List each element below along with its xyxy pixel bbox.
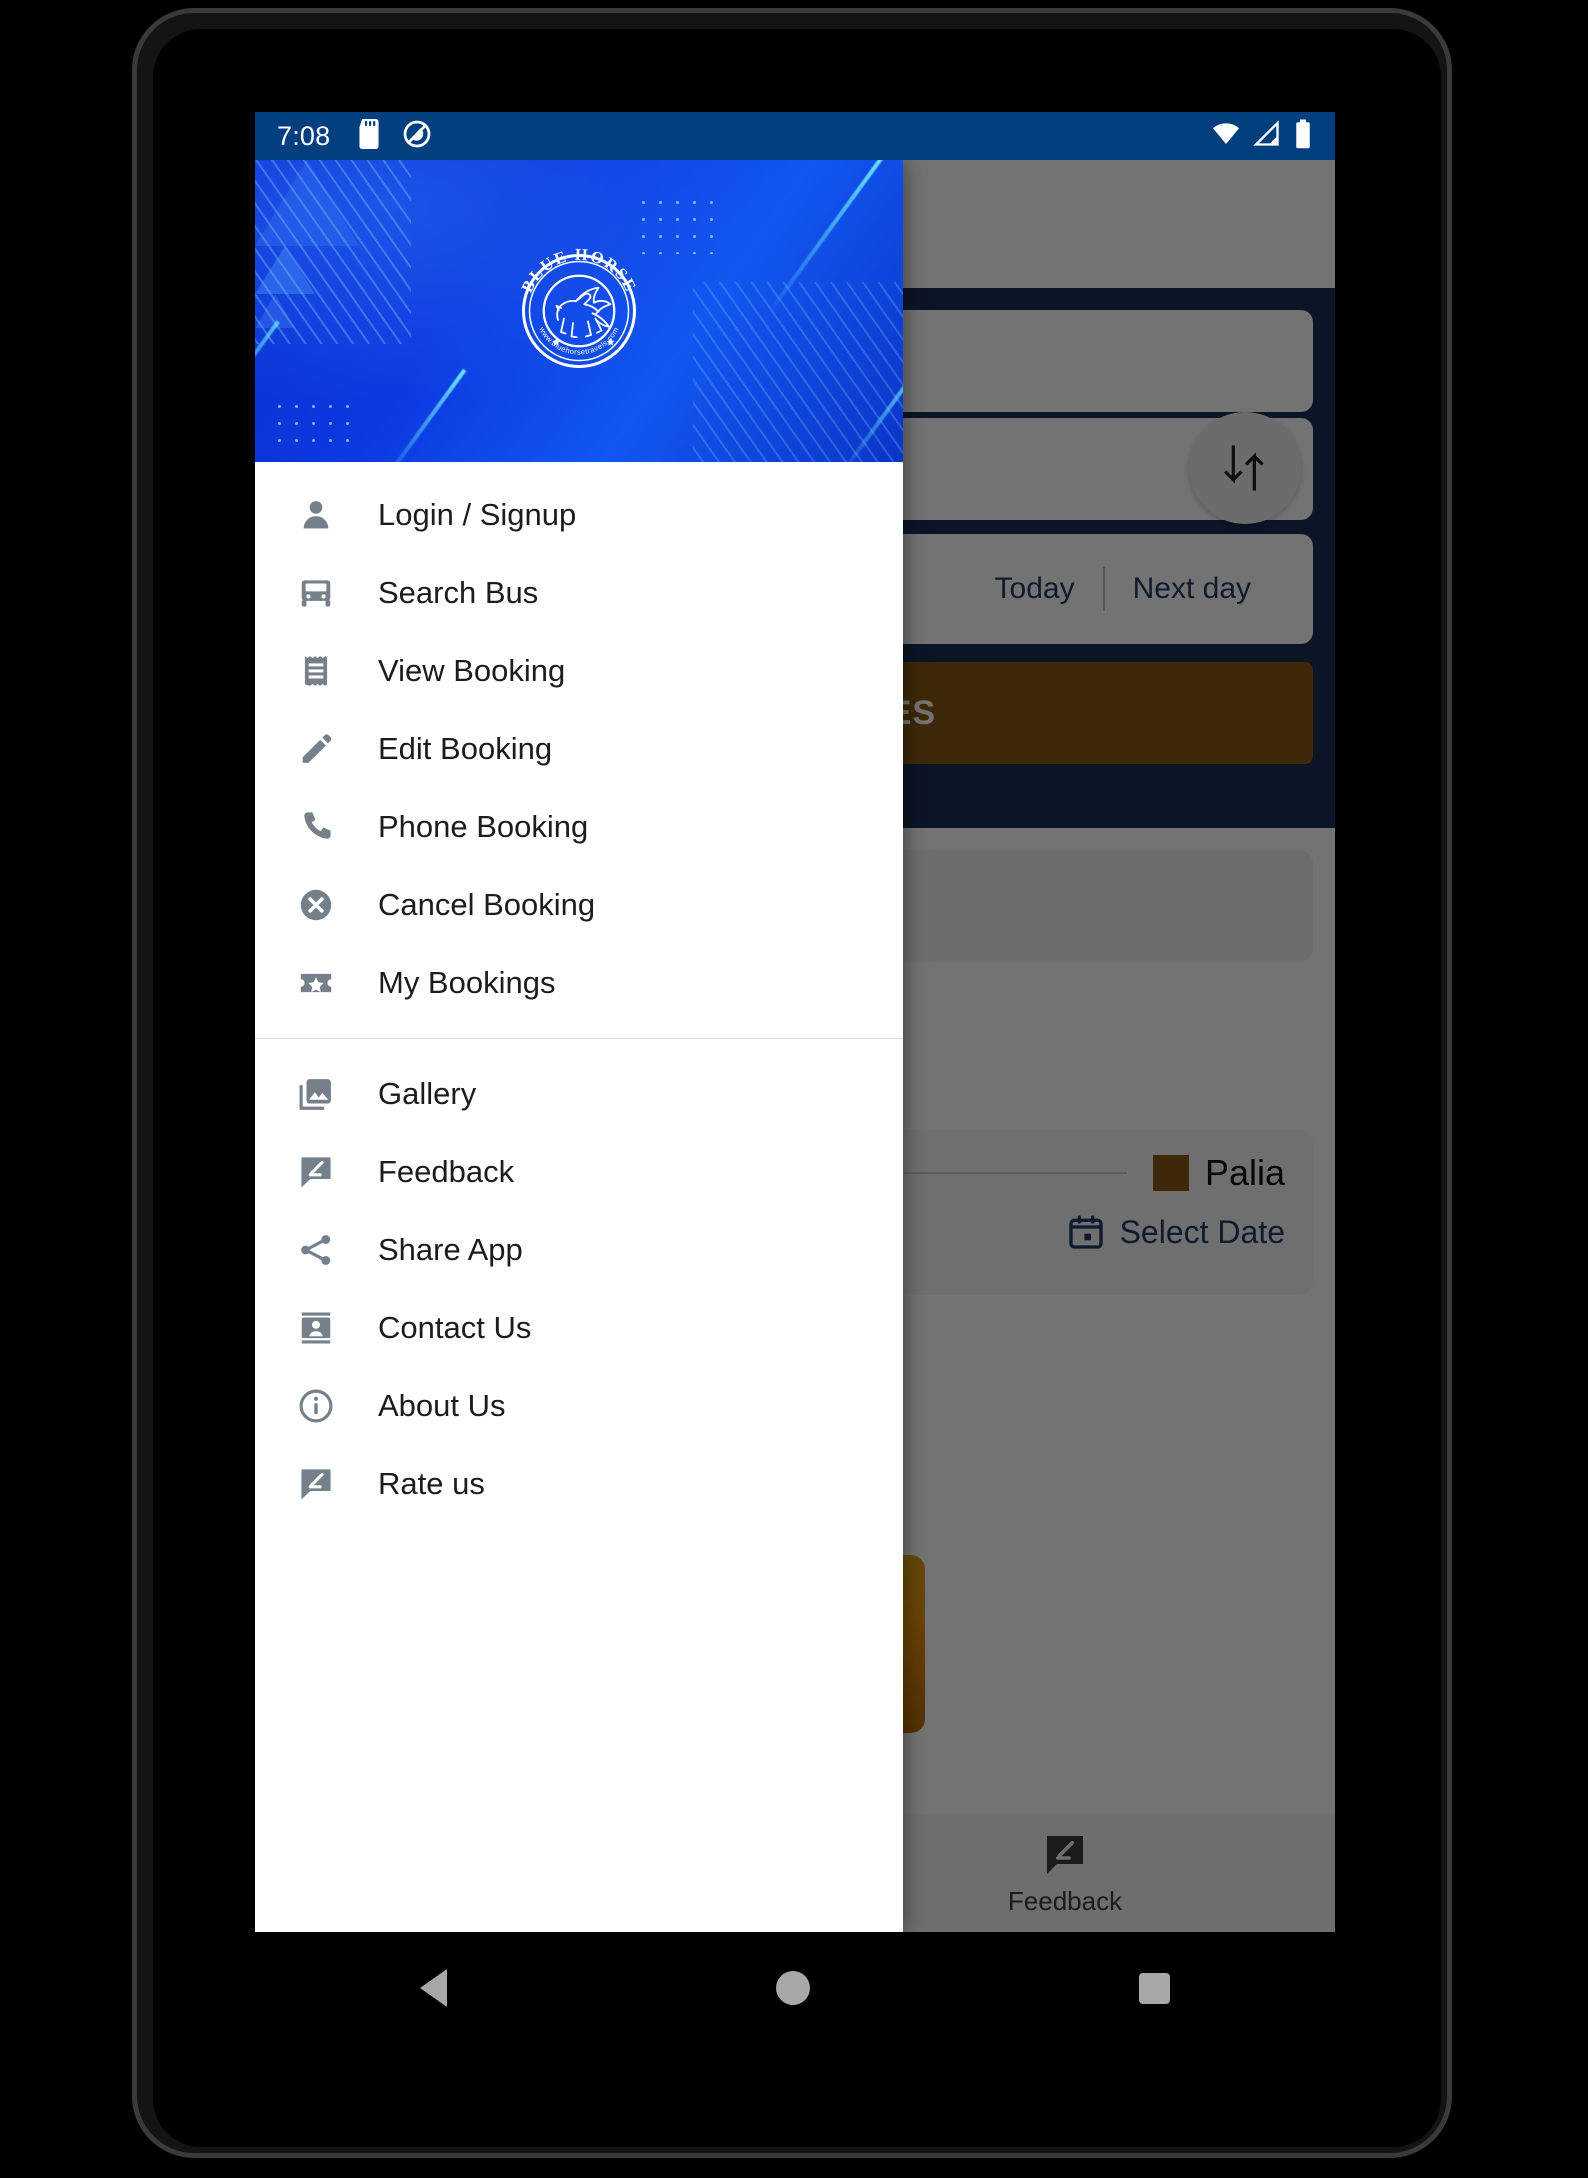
- header-dot-pattern: [271, 398, 351, 446]
- menu-item-edit-booking[interactable]: Edit Booking: [255, 710, 903, 788]
- android-navigation-bar: [255, 1932, 1335, 2044]
- bus-icon: [293, 574, 339, 612]
- menu-item-phone-booking[interactable]: Phone Booking: [255, 788, 903, 866]
- recents-square-icon[interactable]: [1139, 1972, 1171, 2004]
- menu-item-contact-us[interactable]: Contact Us: [255, 1289, 903, 1367]
- menu-item-label: Gallery: [378, 1076, 477, 1111]
- menu-item-feedback[interactable]: Feedback: [255, 1133, 903, 1211]
- menu-item-rate-us[interactable]: Rate us: [255, 1445, 903, 1523]
- status-bar: 7:08: [255, 112, 1335, 160]
- contact-card-icon: [293, 1309, 339, 1347]
- sd-card-icon: [356, 118, 382, 154]
- menu-item-search-bus[interactable]: Search Bus: [255, 554, 903, 632]
- navigation-drawer: BLUE HORSE www.bluehorsetravels.com Logi…: [255, 160, 903, 1932]
- person-icon: [293, 496, 339, 534]
- menu-item-gallery[interactable]: Gallery: [255, 1055, 903, 1133]
- menu-item-label: Contact Us: [378, 1310, 532, 1345]
- ticket-star-icon: [293, 964, 339, 1002]
- menu-item-label: My Bookings: [378, 965, 556, 1000]
- pencil-icon: [293, 730, 339, 768]
- menu-item-label: Share App: [378, 1232, 523, 1267]
- blue-horse-logo: BLUE HORSE www.bluehorsetravels.com: [517, 245, 641, 368]
- menu-item-label: Search Bus: [378, 575, 539, 610]
- wifi-icon: [1211, 119, 1241, 154]
- drawer-menu: Login / Signup Search Bus View Booking E…: [255, 462, 903, 1523]
- menu-item-label: Feedback: [378, 1154, 515, 1189]
- menu-item-login-signup[interactable]: Login / Signup: [255, 476, 903, 554]
- header-hatch-pattern: [255, 160, 411, 344]
- menu-item-label: Phone Booking: [378, 809, 589, 844]
- menu-item-view-booking[interactable]: View Booking: [255, 632, 903, 710]
- menu-item-label: Login / Signup: [378, 497, 577, 532]
- home-circle-icon[interactable]: [775, 1971, 810, 2005]
- battery-icon: [1293, 119, 1313, 154]
- menu-item-label: About Us: [378, 1388, 506, 1423]
- menu-item-label: Cancel Booking: [378, 887, 596, 922]
- header-light-streak: [383, 368, 467, 462]
- menu-item-share-app[interactable]: Share App: [255, 1211, 903, 1289]
- back-triangle-icon[interactable]: [419, 1969, 447, 2007]
- cellular-signal-icon: [1253, 119, 1281, 153]
- menu-divider: [255, 1038, 903, 1039]
- menu-item-about-us[interactable]: About Us: [255, 1367, 903, 1445]
- do-not-disturb-icon: [402, 119, 432, 154]
- menu-item-my-bookings[interactable]: My Bookings: [255, 944, 903, 1022]
- drawer-header: BLUE HORSE www.bluehorsetravels.com: [255, 160, 903, 462]
- phone-icon: [293, 808, 339, 846]
- comment-edit-icon: [293, 1153, 339, 1191]
- menu-item-label: Edit Booking: [378, 731, 553, 766]
- phone-screen: Today Next day SEARCH BUSES COVID SAFE G…: [255, 112, 1335, 1932]
- photo-library-icon: [293, 1075, 339, 1113]
- circle-x-icon: [293, 886, 339, 924]
- status-bar-clock: 7:08: [277, 120, 331, 151]
- menu-item-cancel-booking[interactable]: Cancel Booking: [255, 866, 903, 944]
- info-circle-icon: [293, 1387, 339, 1425]
- menu-item-label: View Booking: [378, 653, 566, 688]
- comment-edit-icon: [293, 1465, 339, 1503]
- share-icon: [293, 1231, 339, 1269]
- svg-text:BLUE HORSE: BLUE HORSE: [517, 245, 641, 296]
- receipt-icon: [293, 652, 339, 690]
- menu-item-label: Rate us: [378, 1466, 485, 1501]
